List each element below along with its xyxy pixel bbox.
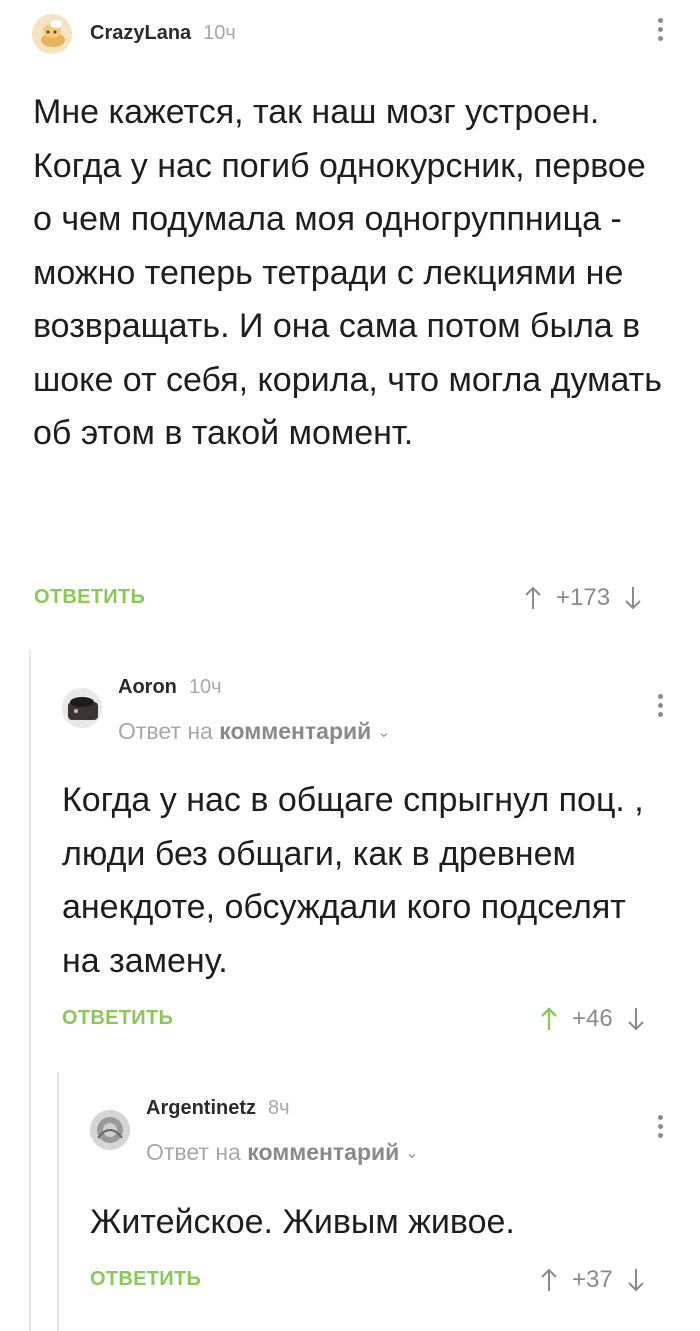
reply-to-link[interactable]: Ответ на комментарий ⌄	[146, 1139, 419, 1166]
reply-button[interactable]: ОТВЕТИТЬ	[90, 1268, 201, 1291]
thread-line	[29, 650, 31, 1331]
avatar-image	[62, 688, 102, 728]
upvote-arrow-icon[interactable]	[524, 585, 542, 611]
downvote-arrow-icon[interactable]	[627, 1267, 645, 1293]
username[interactable]: CrazyLana	[90, 22, 191, 45]
comment-header: Aoron 10ч	[118, 672, 222, 702]
comment-text: Житейское. Живым живое.	[90, 1203, 515, 1241]
vote-controls: +173	[524, 584, 642, 612]
score: +173	[556, 584, 611, 611]
avatar[interactable]	[32, 14, 72, 54]
upvote-arrow-icon[interactable]	[540, 1267, 558, 1293]
vote-controls: +37	[540, 1266, 645, 1294]
chevron-down-icon: ⌄	[405, 1145, 419, 1162]
reply-target: комментарий	[219, 718, 372, 744]
reply-prefix: Ответ на	[118, 718, 220, 744]
vote-controls: +46	[540, 1005, 645, 1033]
avatar-image	[90, 1110, 130, 1150]
comment-text: Когда у нас в общаге спрыгнул поц. , люд…	[62, 781, 644, 980]
timestamp: 10ч	[188, 675, 222, 698]
timestamp: 10ч	[203, 21, 236, 44]
downvote-arrow-icon[interactable]	[624, 585, 642, 611]
downvote-arrow-icon[interactable]	[627, 1006, 645, 1032]
upvote-arrow-icon[interactable]	[540, 1006, 558, 1032]
avatar[interactable]	[90, 1110, 130, 1150]
score: +37	[572, 1266, 613, 1293]
more-vertical-icon[interactable]	[658, 18, 664, 45]
comment-header: CrazyLana 10ч	[90, 18, 236, 48]
thread-line	[57, 1072, 59, 1331]
reply-button[interactable]: ОТВЕТИТЬ	[34, 586, 145, 609]
score: +46	[572, 1005, 613, 1032]
reply-to-link[interactable]: Ответ на комментарий ⌄	[118, 718, 391, 745]
avatar-image	[32, 14, 72, 54]
reply-target: комментарий	[247, 1139, 400, 1165]
more-vertical-icon[interactable]	[658, 694, 664, 721]
comment-text: Мне кажется, так наш мозг устроен. Когда…	[33, 93, 662, 452]
avatar[interactable]	[62, 688, 102, 728]
username[interactable]: Argentinetz	[146, 1097, 256, 1120]
username[interactable]: Aoron	[118, 676, 177, 699]
more-vertical-icon[interactable]	[658, 1115, 664, 1142]
timestamp: 8ч	[268, 1096, 290, 1119]
chevron-down-icon: ⌄	[377, 724, 391, 741]
reply-prefix: Ответ на	[146, 1139, 248, 1165]
comment-header: Argentinetz 8ч	[146, 1093, 290, 1123]
reply-button[interactable]: ОТВЕТИТЬ	[62, 1007, 173, 1030]
